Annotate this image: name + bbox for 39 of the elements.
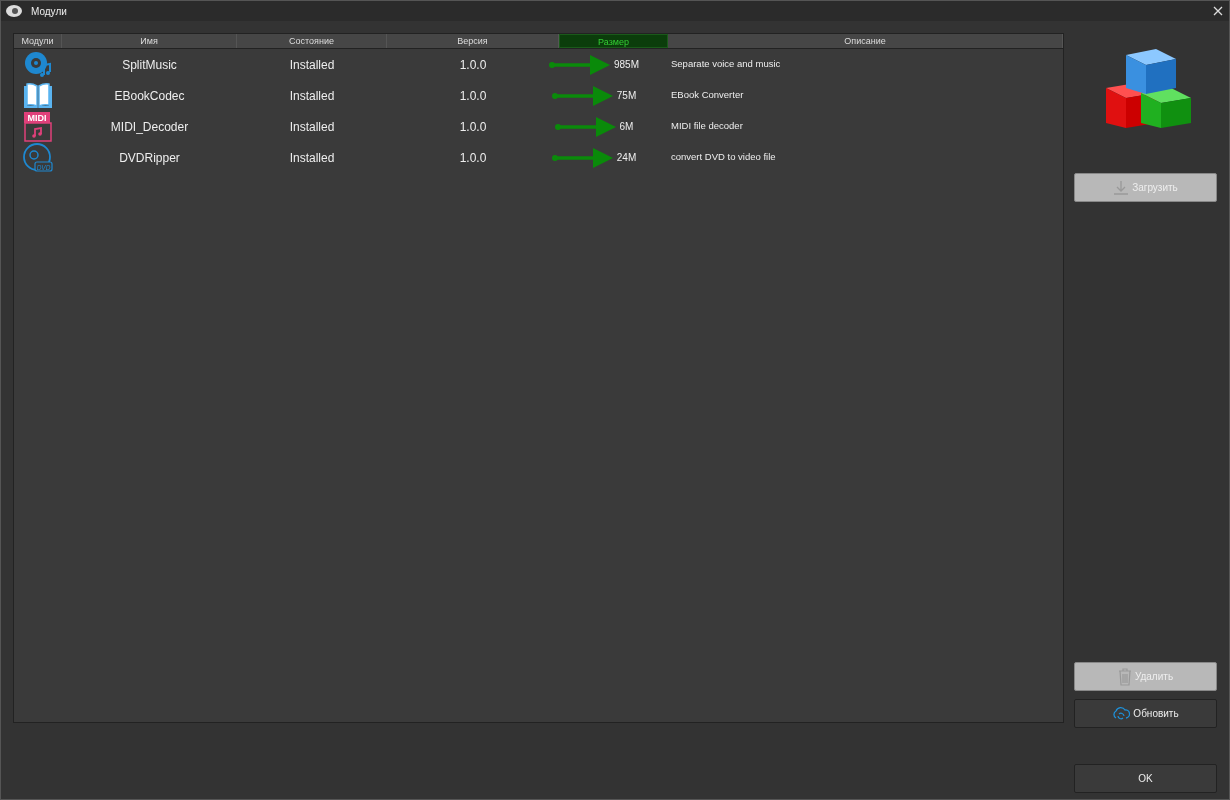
column-header[interactable]: Размер [559, 34, 668, 48]
module-size: 6M [619, 120, 634, 134]
module-name: EBookCodec [114, 88, 185, 103]
module-state: Installed [289, 119, 335, 134]
module-version: 1.0.0 [459, 57, 487, 72]
column-header[interactable]: Имя [62, 34, 237, 48]
module-description: EBook Converter [671, 89, 744, 101]
column-header[interactable]: Состояние [237, 34, 387, 48]
arrow-icon [553, 115, 616, 138]
arrow-icon [548, 53, 610, 76]
module-description: convert DVD to video file [671, 151, 776, 163]
module-state: Installed [289, 57, 335, 72]
column-header[interactable]: Модули [14, 34, 62, 48]
module-description: MIDI file decoder [671, 120, 743, 132]
close-icon[interactable] [1213, 6, 1223, 16]
module-version: 1.0.0 [459, 150, 487, 165]
module-state: Installed [289, 150, 335, 165]
module-version: 1.0.0 [459, 88, 487, 103]
module-version: 1.0.0 [459, 119, 487, 134]
module-name: SplitMusic [122, 57, 177, 72]
download-icon [1113, 179, 1130, 196]
module-size: 985M [614, 58, 639, 72]
module-name: MIDI_Decoder [110, 119, 189, 134]
module-state: Installed [289, 88, 335, 103]
module-name: DVDRipper [119, 150, 180, 165]
trash-icon [1117, 667, 1132, 686]
column-header[interactable]: Описание [668, 34, 1063, 48]
refresh-button[interactable]: Обновить [1074, 699, 1217, 728]
window-title: Модули [31, 4, 67, 19]
cloud-refresh-icon [1112, 705, 1131, 722]
ok-button[interactable]: OK [1074, 764, 1217, 793]
disc-music-icon [22, 49, 54, 80]
open-book-icon [22, 80, 54, 111]
module-description: Separate voice and music [671, 58, 781, 70]
arrow-icon [550, 84, 613, 107]
arrow-icon [550, 146, 613, 169]
app-logo-icon [5, 4, 23, 18]
module-size: 24M [616, 151, 637, 165]
module-size: 75M [616, 89, 637, 103]
